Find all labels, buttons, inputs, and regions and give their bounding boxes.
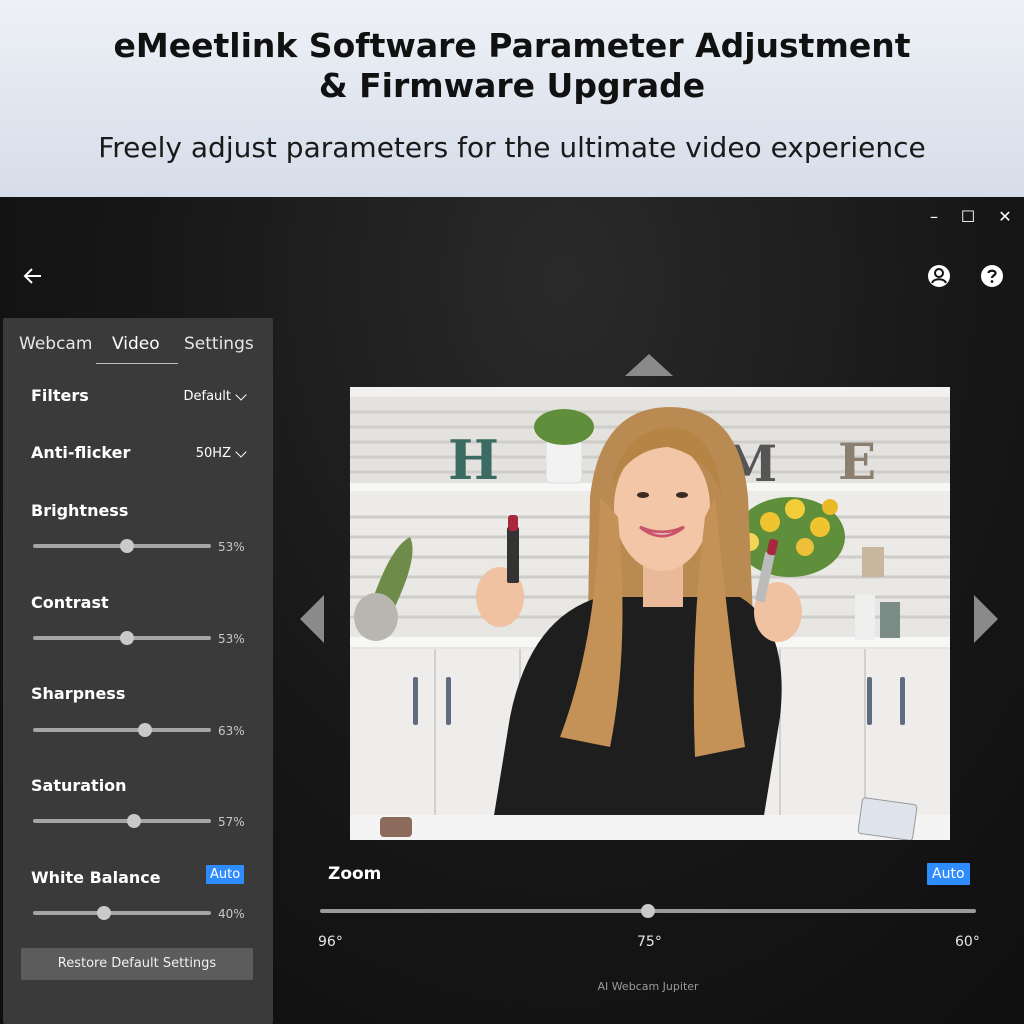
brightness-slider-knob[interactable] [120,539,135,553]
white-balance-slider-knob[interactable] [97,906,112,920]
sharpness-label: Sharpness [31,684,126,703]
app-window: – ☐ ✕ Webcam Video Settings Filters Defa… [0,197,1024,1024]
brightness-value: 53% [218,540,245,554]
zoom-slider-knob[interactable] [641,904,655,918]
saturation-label: Saturation [31,776,127,795]
zoom-tick-narrow: 60° [955,934,980,950]
contrast-slider-knob[interactable] [120,631,135,645]
help-button[interactable] [979,263,1005,293]
sharpness-value: 63% [218,724,245,738]
zoom-label: Zoom [328,864,382,884]
white-balance-label: White Balance [31,868,161,887]
camera-preview: H M E [350,387,950,840]
tab-video[interactable]: Video [112,334,160,354]
close-button[interactable]: ✕ [993,205,1017,229]
active-tab-indicator [96,363,178,364]
chevron-down-icon [235,445,247,458]
back-arrow-icon [23,268,41,284]
tab-webcam[interactable]: Webcam [19,334,92,354]
zoom-auto-toggle[interactable]: Auto [927,863,970,885]
zoom-slider[interactable] [320,904,976,918]
pan-up-button[interactable] [625,354,673,382]
account-button[interactable] [926,263,952,293]
contrast-label: Contrast [31,593,109,612]
white-balance-slider[interactable] [33,906,211,920]
right-arrow-icon [974,595,998,643]
sharpness-slider[interactable] [33,723,211,737]
maximize-button[interactable]: ☐ [956,205,980,229]
zoom-tick-mid: 75° [637,934,662,950]
saturation-slider-knob[interactable] [127,814,142,828]
user-icon [928,265,950,287]
saturation-value: 57% [218,815,245,829]
sharpness-slider-knob[interactable] [138,723,153,737]
left-arrow-icon [300,595,324,643]
pan-left-button[interactable] [300,595,326,647]
zoom-tick-wide: 96° [318,934,343,950]
video-settings-panel: Webcam Video Settings Filters Default An… [3,318,273,1024]
svg-text:E: E [838,432,876,491]
restore-default-settings-button[interactable]: Restore Default Settings [21,948,253,980]
filters-value: Default [183,389,232,404]
brightness-slider[interactable] [33,539,211,553]
tab-settings[interactable]: Settings [184,334,254,354]
contrast-slider[interactable] [33,631,211,645]
device-name: AI Webcam Jupiter [597,980,699,993]
filters-label: Filters [31,386,89,405]
contrast-value: 53% [218,632,245,646]
svg-text:H: H [448,428,499,492]
anti-flicker-dropdown[interactable]: 50HZ [195,445,247,461]
filters-dropdown[interactable]: Default [183,388,247,404]
white-balance-auto-toggle[interactable]: Auto [206,865,245,884]
camera-preview-image: H M E [350,397,950,840]
pan-right-button[interactable] [972,595,998,647]
minimize-button[interactable]: – [922,205,946,229]
banner-subtitle: Freely adjust parameters for the ultimat… [98,131,926,164]
banner-title-line-1: eMeetlink Software Parameter Adjustment [113,26,911,65]
saturation-slider[interactable] [33,814,211,828]
anti-flicker-label: Anti-flicker [31,443,131,462]
back-button[interactable] [22,265,44,291]
brightness-label: Brightness [31,501,129,520]
banner-title-line-2: & Firmware Upgrade [318,66,706,105]
white-balance-value: 40% [218,907,245,921]
up-arrow-icon [625,354,673,376]
chevron-down-icon [235,388,247,401]
promo-banner: eMeetlink Software Parameter Adjustment … [0,0,1024,197]
anti-flicker-value: 50HZ [195,446,231,461]
help-icon [981,265,1003,287]
